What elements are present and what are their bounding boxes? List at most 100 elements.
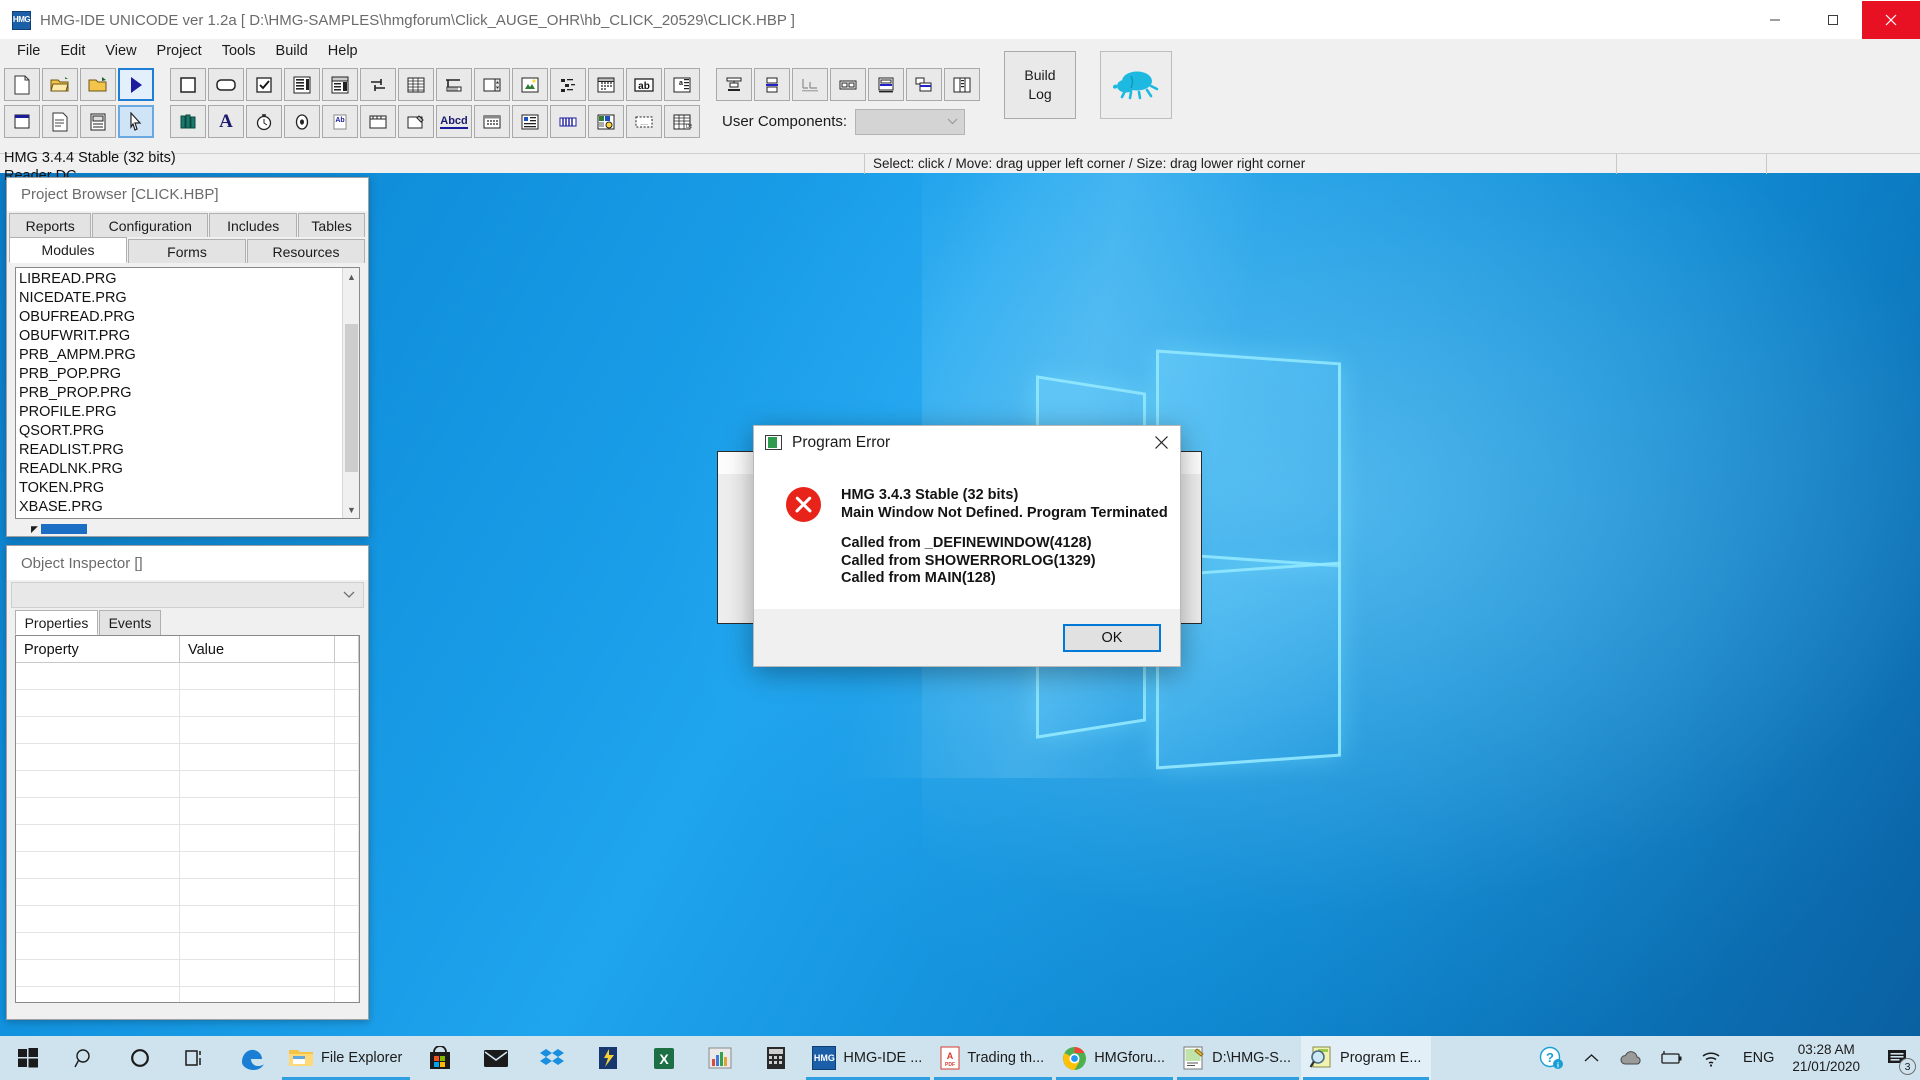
tab-resources[interactable]: Resources bbox=[247, 239, 365, 263]
insert-listview-control[interactable] bbox=[512, 105, 548, 138]
insert-monthcalendar-control[interactable] bbox=[588, 68, 624, 101]
run-button[interactable] bbox=[118, 68, 154, 101]
align-center-button[interactable] bbox=[868, 68, 904, 101]
tab-forms[interactable]: Forms bbox=[128, 239, 246, 263]
list-item[interactable]: OBUFREAD.PRG bbox=[19, 308, 359, 327]
insert-listbox-control[interactable] bbox=[284, 68, 320, 101]
list-item[interactable]: TOKEN.PRG bbox=[19, 479, 359, 498]
menu-view[interactable]: View bbox=[96, 40, 145, 62]
insert-text-control[interactable]: Abcd bbox=[436, 105, 472, 138]
list-item[interactable]: PRB_AMPM.PRG bbox=[19, 346, 359, 365]
insert-image-control[interactable] bbox=[512, 68, 548, 101]
list-item[interactable]: XBASE.PRG bbox=[19, 498, 359, 517]
dropbox-icon[interactable] bbox=[524, 1036, 580, 1080]
save-project-button[interactable] bbox=[80, 68, 116, 101]
tab-events[interactable]: Events bbox=[99, 610, 161, 635]
insert-window-control[interactable] bbox=[4, 105, 40, 138]
menu-help[interactable]: Help bbox=[319, 40, 367, 62]
task-view-icon[interactable] bbox=[168, 1036, 224, 1080]
insert-radio-control[interactable] bbox=[284, 105, 320, 138]
menu-tools[interactable]: Tools bbox=[213, 40, 265, 62]
insert-imagelist-control[interactable] bbox=[588, 105, 624, 138]
insert-page-control[interactable] bbox=[42, 105, 78, 138]
align-horizontal-button[interactable] bbox=[830, 68, 866, 101]
insert-table-control[interactable]: DB bbox=[664, 105, 700, 138]
insert-timer-control[interactable] bbox=[246, 105, 282, 138]
list-item[interactable]: PRB_PROP.PRG bbox=[19, 384, 359, 403]
insert-grid-control[interactable] bbox=[398, 68, 434, 101]
select-pointer-button[interactable] bbox=[118, 105, 154, 138]
onedrive-cloud-icon[interactable] bbox=[1611, 1036, 1651, 1080]
ok-button[interactable]: OK bbox=[1063, 623, 1161, 652]
insert-dialog-control[interactable]: .... bbox=[626, 105, 662, 138]
close-button[interactable] bbox=[1862, 1, 1920, 39]
close-icon[interactable] bbox=[1146, 428, 1176, 456]
user-components-combo[interactable] bbox=[855, 108, 966, 135]
list-item[interactable]: OBUFWRIT.PRG bbox=[19, 327, 359, 346]
calculator-icon[interactable] bbox=[748, 1036, 804, 1080]
chevron-up-icon[interactable]: ▲ bbox=[343, 268, 359, 285]
clock[interactable]: 03:28 AM 21/01/2020 bbox=[1786, 1041, 1874, 1075]
menu-edit[interactable]: Edit bbox=[51, 40, 94, 62]
new-file-button[interactable] bbox=[4, 68, 40, 101]
shell-icon[interactable] bbox=[580, 1036, 636, 1080]
build-log-button[interactable]: Build Log bbox=[1004, 50, 1076, 119]
tab-properties[interactable]: Properties bbox=[15, 610, 98, 635]
list-item[interactable]: READLIST.PRG bbox=[19, 441, 359, 460]
insert-statusbar-control[interactable] bbox=[550, 105, 586, 138]
input-language-indicator[interactable]: ENG bbox=[1731, 1050, 1786, 1066]
table-row[interactable] bbox=[16, 717, 359, 744]
insert-browse-control[interactable]: a bbox=[664, 68, 700, 101]
properties-grid[interactable]: Property Value bbox=[15, 635, 360, 1003]
table-row[interactable] bbox=[16, 852, 359, 879]
table-row[interactable] bbox=[16, 960, 359, 987]
edge-icon[interactable] bbox=[224, 1036, 280, 1080]
open-project-button[interactable] bbox=[42, 68, 78, 101]
program-error-task[interactable]: Program E... bbox=[1301, 1036, 1432, 1080]
chrome-task[interactable]: HMGforu... bbox=[1054, 1036, 1175, 1080]
tab-configuration[interactable]: Configuration bbox=[92, 213, 209, 237]
minimize-button[interactable] bbox=[1746, 1, 1804, 39]
menu-file[interactable]: File bbox=[8, 40, 49, 62]
insert-hotkey-control[interactable]: Ab bbox=[322, 105, 358, 138]
maximize-button[interactable] bbox=[1804, 1, 1862, 39]
help-question-icon[interactable]: ? i bbox=[1531, 1036, 1571, 1080]
table-row[interactable] bbox=[16, 825, 359, 852]
windows-start-icon[interactable] bbox=[0, 1036, 56, 1080]
object-selector-combo[interactable] bbox=[11, 582, 364, 608]
insert-button-control[interactable] bbox=[170, 68, 206, 101]
align-group-button[interactable] bbox=[906, 68, 942, 101]
table-row[interactable] bbox=[16, 690, 359, 717]
battery-icon[interactable] bbox=[1651, 1036, 1691, 1080]
tab-modules[interactable]: Modules bbox=[9, 237, 127, 263]
excel-icon[interactable]: X bbox=[636, 1036, 692, 1080]
insert-treeview-control[interactable] bbox=[550, 68, 586, 101]
wifi-icon[interactable] bbox=[1691, 1036, 1731, 1080]
list-item[interactable]: PROFILE.PRG bbox=[19, 403, 359, 422]
insert-checkbox-control[interactable] bbox=[246, 68, 282, 101]
hmg-ide-task[interactable]: HMG HMG-IDE ... bbox=[804, 1036, 932, 1080]
insert-library-control[interactable] bbox=[170, 105, 206, 138]
debug-button[interactable] bbox=[1100, 50, 1172, 119]
align-top-button[interactable] bbox=[716, 68, 752, 101]
menu-build[interactable]: Build bbox=[267, 40, 317, 62]
list-item[interactable]: QSORT.PRG bbox=[19, 422, 359, 441]
modules-listbox[interactable]: LIBREAD.PRG NICEDATE.PRG OBUFREAD.PRG OBUFW… bbox=[15, 267, 360, 519]
tab-tables[interactable]: Tables bbox=[298, 213, 365, 237]
insert-progressbar-control[interactable] bbox=[436, 68, 472, 101]
insert-datepicker-control[interactable] bbox=[474, 105, 510, 138]
list-item[interactable]: READLNK.PRG bbox=[19, 460, 359, 479]
list-item[interactable]: LIBREAD.PRG bbox=[19, 270, 359, 289]
insert-richedit-control[interactable] bbox=[80, 105, 116, 138]
align-middle-button[interactable] bbox=[754, 68, 790, 101]
align-columns-button[interactable] bbox=[944, 68, 980, 101]
insert-combobox-control[interactable] bbox=[322, 68, 358, 101]
table-row[interactable] bbox=[16, 933, 359, 960]
insert-frame-control[interactable] bbox=[360, 105, 396, 138]
tab-reports[interactable]: Reports bbox=[9, 213, 92, 237]
menu-project[interactable]: Project bbox=[148, 40, 211, 62]
table-row[interactable] bbox=[16, 663, 359, 690]
list-item[interactable]: NICEDATE.PRG bbox=[19, 289, 359, 308]
table-row[interactable] bbox=[16, 798, 359, 825]
search-icon[interactable] bbox=[56, 1036, 112, 1080]
